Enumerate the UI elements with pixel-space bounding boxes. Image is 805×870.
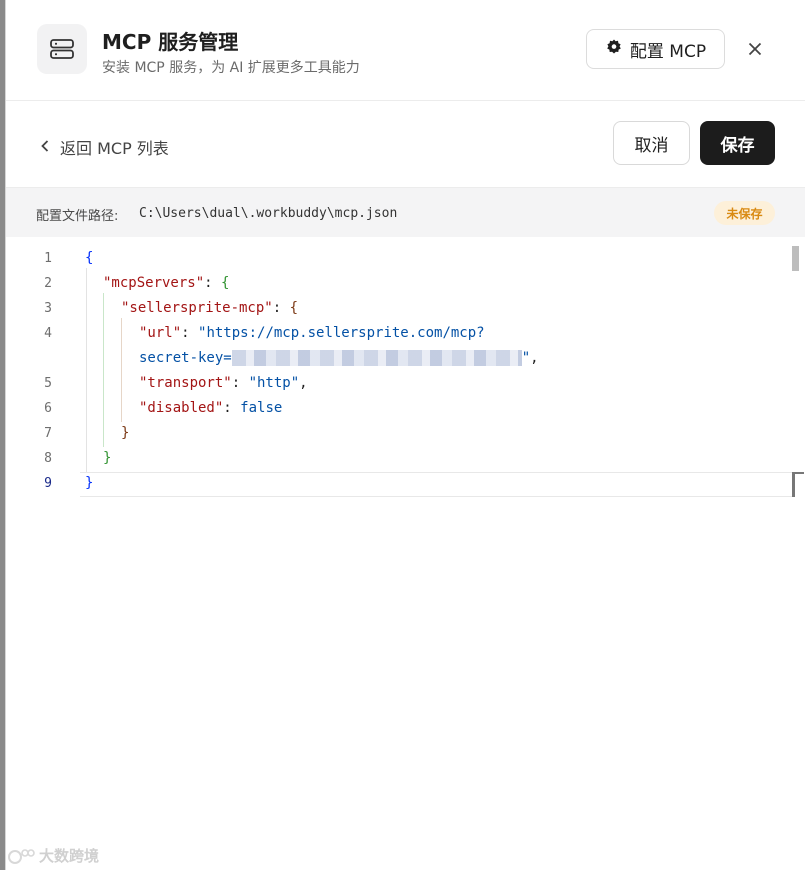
code-text: } xyxy=(103,450,112,466)
json-key: "sellersprite-mcp" xyxy=(121,300,273,316)
code-line: 8 } xyxy=(6,447,805,472)
configure-mcp-button[interactable]: 配置 MCP xyxy=(586,29,725,69)
code-line: 3 "sellersprite-mcp": { xyxy=(6,297,805,322)
unsaved-status-badge: 未保存 xyxy=(714,201,775,225)
server-icon xyxy=(37,24,87,74)
json-key: "disabled" xyxy=(139,400,224,416)
close-icon[interactable] xyxy=(742,36,768,62)
dialog-subtitle: 安装 MCP 服务，为 AI 扩展更多工具能力 xyxy=(102,60,360,76)
code-line: 5 "transport": "http", xyxy=(6,372,805,397)
line-number: 5 xyxy=(44,376,52,391)
watermark-logo-icon xyxy=(8,848,35,864)
line-number: 8 xyxy=(44,451,52,466)
dialog-header: MCP 服务管理 安装 MCP 服务，为 AI 扩展更多工具能力 配置 MCP xyxy=(6,0,805,101)
editor-scrollbar[interactable] xyxy=(792,246,799,271)
line-number: 6 xyxy=(44,401,52,416)
back-to-list-link[interactable]: 返回 MCP 列表 xyxy=(40,135,169,159)
code-text: { xyxy=(85,250,94,266)
code-line-active: 9 } xyxy=(6,472,805,497)
editor-toolbar: 返回 MCP 列表 取消 保存 xyxy=(6,101,805,187)
config-path-value: C:\Users\dual\.workbuddy\mcp.json xyxy=(139,206,398,221)
code-line: 6 "disabled": false xyxy=(6,397,805,422)
line-number: 1 xyxy=(44,251,52,266)
code-text: "disabled": false xyxy=(139,400,283,416)
code-text: "transport": "http", xyxy=(139,375,308,391)
config-path-bar: 配置文件路径: C:\Users\dual\.workbuddy\mcp.jso… xyxy=(6,187,805,237)
line-number: 3 xyxy=(44,301,52,316)
json-string-value: "http" xyxy=(248,375,300,391)
json-string-value: "https://mcp.sellersprite.com/mcp? xyxy=(198,325,485,341)
code-text: "url": "https://mcp.sellersprite.com/mcp… xyxy=(139,325,485,341)
json-string-value: secret-key= xyxy=(139,350,232,366)
code-text: "sellersprite-mcp": { xyxy=(121,300,299,316)
config-path-label: 配置文件路径: xyxy=(36,209,119,224)
dialog-title: MCP 服务管理 xyxy=(102,30,239,54)
code-line: 2 "mcpServers": { xyxy=(6,272,805,297)
code-text: "mcpServers": { xyxy=(103,275,230,291)
line-number: 2 xyxy=(44,276,52,291)
gear-icon xyxy=(605,38,623,61)
code-line-wrapped: secret-key= ", xyxy=(6,347,805,372)
code-text: } xyxy=(121,425,130,441)
code-line: 1 { xyxy=(6,247,805,272)
json-key: "url" xyxy=(139,325,182,341)
line-number: 7 xyxy=(44,426,52,441)
code-text: } xyxy=(85,475,94,491)
cancel-button[interactable]: 取消 xyxy=(613,121,690,165)
mcp-dialog: MCP 服务管理 安装 MCP 服务，为 AI 扩展更多工具能力 配置 MCP … xyxy=(5,0,805,870)
json-bool-value: false xyxy=(240,400,283,416)
save-button[interactable]: 保存 xyxy=(700,121,775,165)
watermark-text: 大数跨境 xyxy=(39,847,100,865)
code-text: secret-key= ", xyxy=(139,350,539,366)
code-line: 7 } xyxy=(6,422,805,447)
redacted-secret xyxy=(231,350,522,366)
json-key: "mcpServers" xyxy=(103,275,205,291)
scrollbar-cursor-marker xyxy=(792,472,804,497)
configure-mcp-label: 配置 MCP xyxy=(629,41,707,62)
back-label: 返回 MCP 列表 xyxy=(60,139,169,158)
chevron-left-icon xyxy=(40,138,50,157)
json-key: "transport" xyxy=(139,375,232,391)
line-number: 9 xyxy=(44,476,52,491)
line-number: 4 xyxy=(44,326,52,341)
watermark: 大数跨境 xyxy=(6,845,99,866)
json-code-editor[interactable]: 1 { 2 "mcpServers": { 3 "sellersprite-mc… xyxy=(6,237,805,870)
code-line: 4 "url": "https://mcp.sellersprite.com/m… xyxy=(6,322,805,347)
